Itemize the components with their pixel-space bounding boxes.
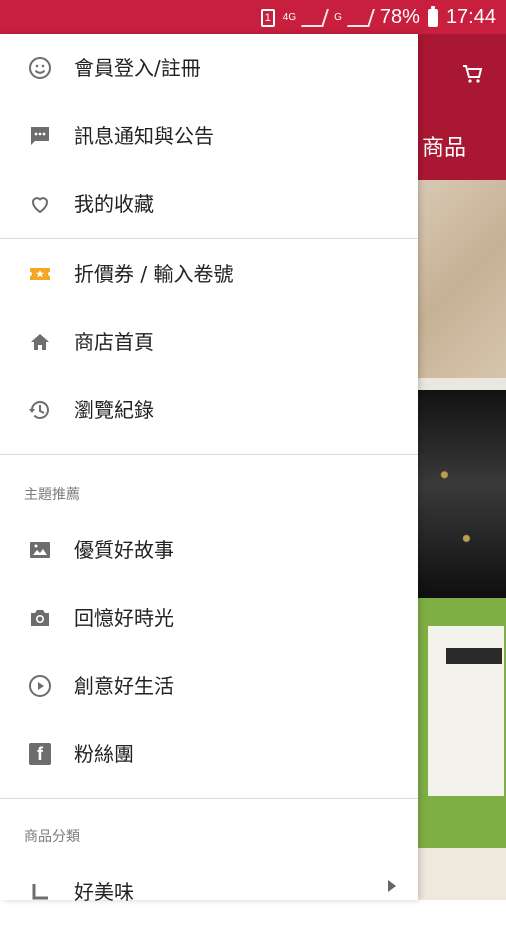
section-title-theme: 主題推薦 [24, 487, 80, 503]
menu-item-messages[interactable]: 訊息通知與公告 [0, 102, 418, 170]
menu-item-login[interactable]: 會員登入/註冊 [0, 34, 418, 102]
corner-arrow-icon [28, 880, 52, 904]
section-title-category: 商品分類 [24, 829, 80, 845]
menu-item-fan-page[interactable]: f 粉絲團 [0, 720, 418, 788]
app-header: 商品 [418, 34, 506, 180]
menu-item-label: 回憶好時光 [74, 606, 174, 630]
heart-icon [28, 192, 52, 216]
expand-arrow-icon[interactable] [388, 880, 396, 892]
tab-products-partial[interactable]: 商品 [422, 130, 466, 162]
menu-item-memories[interactable]: 回憶好時光 [0, 584, 418, 652]
network-4g-indicator: 4G [282, 11, 297, 23]
product-image[interactable] [418, 848, 506, 900]
main-content-background: 商品 [418, 34, 506, 900]
battery-icon [427, 5, 438, 27]
history-icon [28, 398, 52, 422]
smile-icon [28, 56, 52, 80]
network-g-indicator: G [334, 11, 342, 23]
home-icon [28, 330, 52, 354]
divider [0, 454, 418, 455]
clock: 17:44 [445, 6, 496, 28]
menu-item-label: 優質好故事 [74, 538, 174, 562]
menu-item-label: 商店首頁 [74, 330, 154, 354]
divider [0, 798, 418, 799]
status-indicators: 1 4G G 78% 17:44 [260, 5, 496, 29]
menu-item-label: 我的收藏 [74, 192, 154, 216]
coupon-icon [28, 262, 52, 286]
menu-item-label: 會員登入/註冊 [74, 56, 201, 80]
signal-icon [301, 8, 330, 27]
menu-item-coupons[interactable]: 折價券 / 輸入卷號 [0, 240, 418, 308]
menu-item-creative-life[interactable]: 創意好生活 [0, 652, 418, 720]
camera-icon [28, 606, 52, 630]
menu-item-stories[interactable]: 優質好故事 [0, 516, 418, 584]
product-image[interactable] [418, 390, 506, 602]
product-image[interactable] [418, 180, 506, 378]
message-icon [28, 124, 52, 148]
image-icon [28, 538, 52, 562]
menu-item-category-food[interactable]: 好美味 [0, 858, 418, 926]
status-bar: 1 4G G 78% 17:44 [0, 0, 506, 34]
menu-item-label: 好美味 [74, 880, 134, 904]
menu-item-favorites[interactable]: 我的收藏 [0, 170, 418, 238]
shopping-cart-icon[interactable] [460, 62, 484, 92]
signal-icon-2 [346, 8, 375, 27]
menu-item-label: 粉絲團 [74, 742, 134, 766]
menu-item-store-home[interactable]: 商店首頁 [0, 308, 418, 376]
menu-item-label: 訊息通知與公告 [74, 124, 214, 148]
product-image-tag [446, 648, 502, 664]
facebook-icon-glyph: f [29, 743, 51, 765]
navigation-drawer: 會員登入/註冊 訊息通知與公告 我的收藏 折價券 / 輸入卷號 商店首頁 瀏覽紀… [0, 34, 418, 904]
menu-item-label: 創意好生活 [74, 674, 174, 698]
play-circle-icon [28, 674, 52, 698]
menu-item-history[interactable]: 瀏覽紀錄 [0, 376, 418, 444]
facebook-icon: f [28, 742, 52, 766]
battery-percent: 78% [379, 6, 420, 28]
sim-icon: 1 [260, 8, 275, 27]
menu-item-label: 瀏覽紀錄 [74, 398, 154, 422]
divider [0, 238, 418, 239]
product-image[interactable] [418, 598, 506, 848]
menu-item-label: 折價券 / 輸入卷號 [74, 262, 234, 286]
